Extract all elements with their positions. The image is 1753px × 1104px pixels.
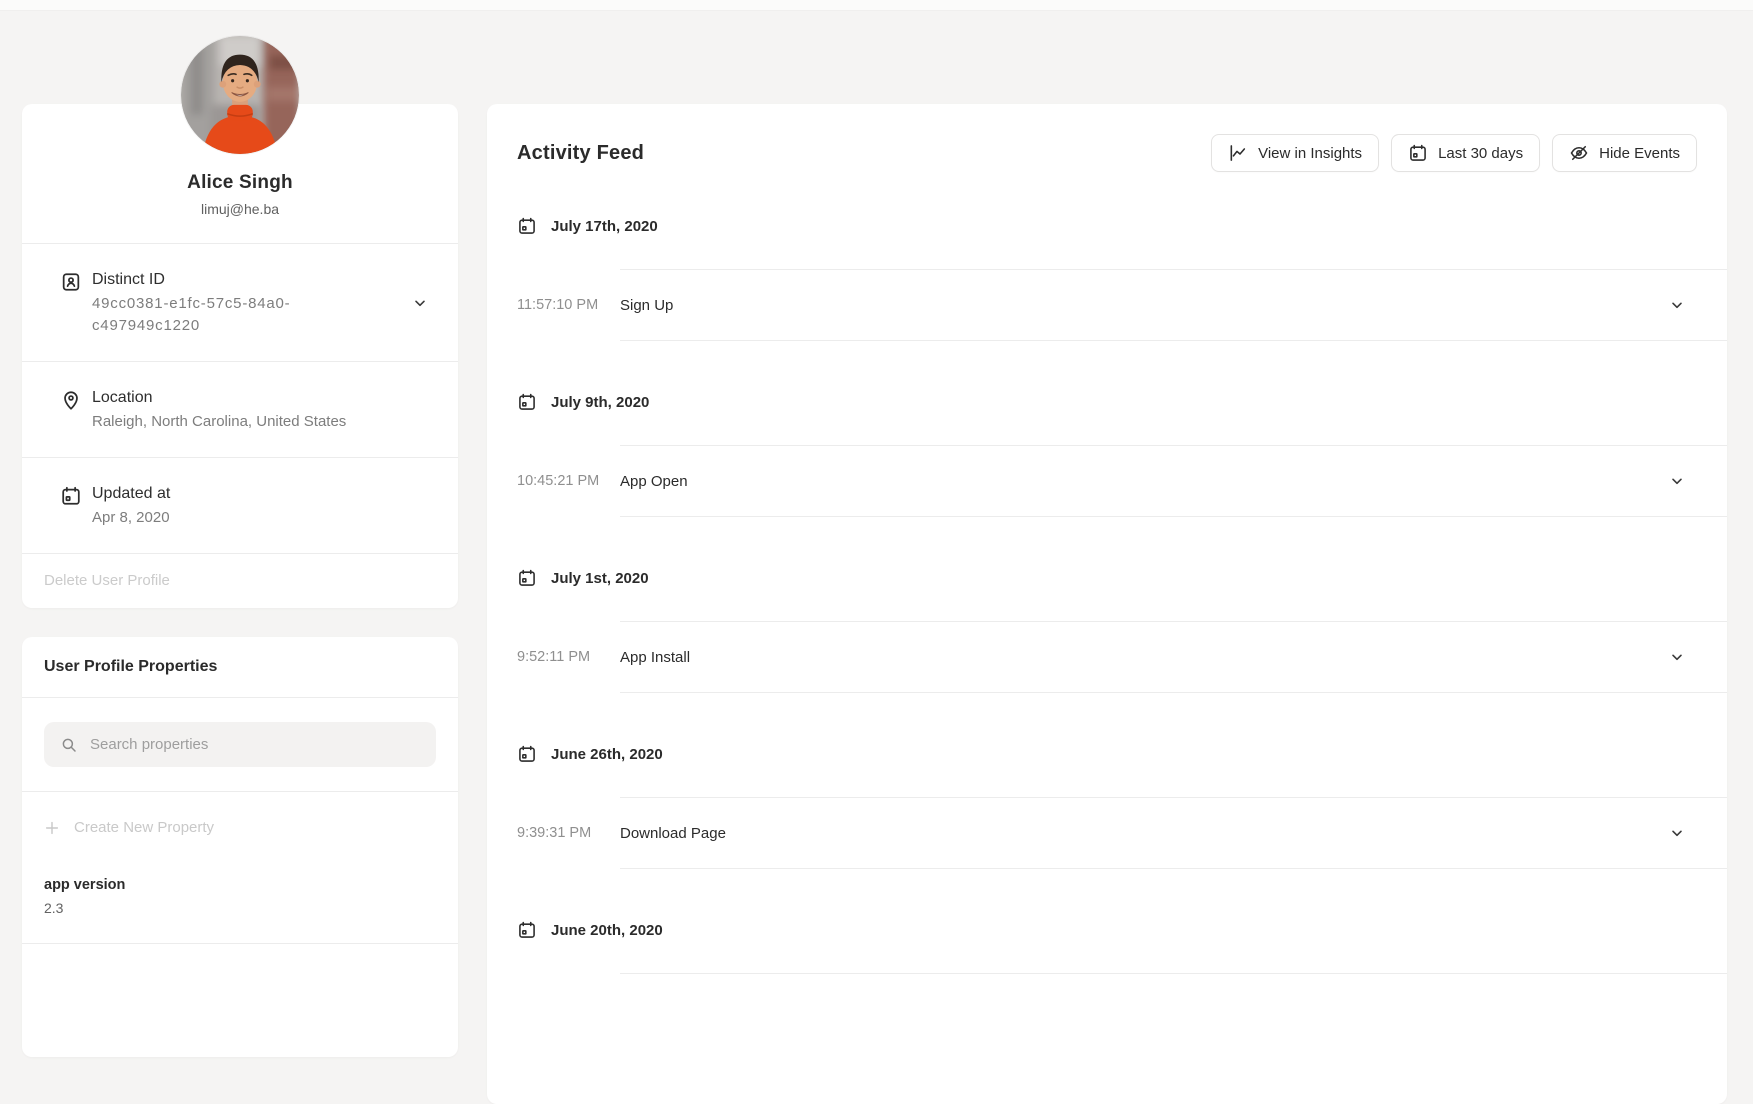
hide-events-button[interactable]: Hide Events bbox=[1552, 134, 1697, 172]
event-row: 9:39:31 PM Download Page bbox=[517, 797, 1727, 869]
delete-user-profile-button[interactable]: Delete User Profile bbox=[44, 572, 170, 589]
event-expander[interactable]: Sign Up bbox=[620, 269, 1727, 341]
properties-title: User Profile Properties bbox=[44, 658, 436, 676]
create-new-property-button[interactable]: Create New Property bbox=[22, 792, 458, 846]
search-box[interactable] bbox=[44, 722, 436, 767]
date-label: June 26th, 2020 bbox=[551, 746, 663, 763]
calendar-icon bbox=[517, 744, 537, 764]
attr-label: Location bbox=[92, 388, 346, 408]
attr-label: Updated at bbox=[92, 484, 170, 504]
event-time: 10:45:21 PM bbox=[517, 445, 620, 517]
chevron-down-icon[interactable] bbox=[1669, 825, 1685, 841]
date-label: July 1st, 2020 bbox=[551, 570, 649, 587]
button-label: View in Insights bbox=[1258, 145, 1362, 162]
id-badge-icon bbox=[60, 271, 82, 293]
profile-email: limuj@he.ba bbox=[42, 201, 438, 217]
event-row: 10:45:21 PM App Open bbox=[517, 445, 1727, 517]
attr-row-location: Location Raleigh, North Carolina, United… bbox=[22, 361, 458, 457]
date-header: July 17th, 2020 bbox=[517, 215, 1727, 237]
chevron-down-icon[interactable] bbox=[1669, 297, 1685, 313]
date-label: July 9th, 2020 bbox=[551, 394, 649, 411]
create-new-property-label: Create New Property bbox=[74, 819, 214, 836]
property-value: 2.3 bbox=[44, 900, 436, 916]
chevron-down-icon[interactable] bbox=[412, 295, 428, 311]
calendar-icon bbox=[60, 485, 82, 507]
line-chart-icon bbox=[1228, 143, 1248, 163]
feed-header: Activity Feed View in Insights Last 30 d… bbox=[487, 104, 1727, 172]
attr-value: Apr 8, 2020 bbox=[92, 507, 170, 529]
date-header: June 26th, 2020 bbox=[517, 743, 1727, 765]
avatar bbox=[181, 36, 299, 154]
event-time: 9:39:31 PM bbox=[517, 797, 620, 869]
event-name: Sign Up bbox=[620, 297, 673, 314]
attr-row-updated-at: Updated at Apr 8, 2020 bbox=[22, 457, 458, 553]
calendar-icon bbox=[517, 568, 537, 588]
event-name: App Open bbox=[620, 473, 688, 490]
properties-header: User Profile Properties bbox=[22, 637, 458, 698]
delete-row: Delete User Profile bbox=[22, 553, 458, 608]
search-icon bbox=[60, 736, 78, 754]
date-header: July 9th, 2020 bbox=[517, 391, 1727, 413]
properties-card: User Profile Properties Create New Prope… bbox=[22, 637, 458, 1057]
search-section bbox=[22, 698, 458, 792]
event-expander[interactable]: Download Page bbox=[620, 797, 1727, 869]
event-time: 9:52:11 PM bbox=[517, 621, 620, 693]
date-label: July 17th, 2020 bbox=[551, 218, 658, 235]
profile-name: Alice Singh bbox=[42, 172, 438, 194]
page-top-strip bbox=[0, 0, 1753, 11]
feed-group: July 17th, 2020 11:57:10 PM Sign Up bbox=[517, 215, 1727, 341]
view-in-insights-button[interactable]: View in Insights bbox=[1211, 134, 1379, 172]
feed-group: June 20th, 2020 bbox=[517, 919, 1727, 974]
calendar-icon bbox=[517, 216, 537, 236]
event-expander[interactable]: App Open bbox=[620, 445, 1727, 517]
calendar-icon bbox=[517, 392, 537, 412]
map-pin-icon bbox=[60, 389, 82, 411]
event-name: Download Page bbox=[620, 825, 726, 842]
button-label: Hide Events bbox=[1599, 145, 1680, 162]
event-row: 9:52:11 PM App Install bbox=[517, 621, 1727, 693]
plus-icon bbox=[44, 820, 60, 836]
attr-value: Raleigh, North Carolina, United States bbox=[92, 411, 346, 433]
attr-row-distinct-id: Distinct ID 49cc0381-e1fc-57c5-84a0-c497… bbox=[22, 243, 458, 361]
date-label: June 20th, 2020 bbox=[551, 922, 663, 939]
property-name: app version bbox=[44, 877, 436, 893]
feed-body: July 17th, 2020 11:57:10 PM Sign Up July… bbox=[487, 215, 1727, 974]
eye-off-icon bbox=[1569, 143, 1589, 163]
property-row-app-version[interactable]: app version 2.3 bbox=[22, 846, 458, 944]
event-time: 11:57:10 PM bbox=[517, 269, 620, 341]
event-divider bbox=[620, 973, 1727, 974]
activity-feed-card: Activity Feed View in Insights Last 30 d… bbox=[487, 104, 1727, 1104]
feed-group: July 9th, 2020 10:45:21 PM App Open bbox=[517, 391, 1727, 517]
event-row: 11:57:10 PM Sign Up bbox=[517, 269, 1727, 341]
date-header: June 20th, 2020 bbox=[517, 919, 1727, 941]
calendar-icon bbox=[1408, 143, 1428, 163]
button-label: Last 30 days bbox=[1438, 145, 1523, 162]
attr-label: Distinct ID bbox=[92, 270, 342, 290]
search-properties-input[interactable] bbox=[90, 736, 420, 753]
feed-group: July 1st, 2020 9:52:11 PM App Install bbox=[517, 567, 1727, 693]
chevron-down-icon[interactable] bbox=[1669, 473, 1685, 489]
avatar-photo-illustration bbox=[181, 36, 299, 154]
event-name: App Install bbox=[620, 649, 690, 666]
event-expander[interactable]: App Install bbox=[620, 621, 1727, 693]
feed-group: June 26th, 2020 9:39:31 PM Download Page bbox=[517, 743, 1727, 869]
date-header: July 1st, 2020 bbox=[517, 567, 1727, 589]
chevron-down-icon[interactable] bbox=[1669, 649, 1685, 665]
activity-feed-title: Activity Feed bbox=[517, 142, 644, 165]
profile-card: Alice Singh limuj@he.ba Distinct ID 49cc… bbox=[22, 104, 458, 608]
feed-toolbar: View in Insights Last 30 days Hide Event… bbox=[1211, 134, 1697, 172]
last-30-days-button[interactable]: Last 30 days bbox=[1391, 134, 1540, 172]
attr-value: 49cc0381-e1fc-57c5-84a0-c497949c1220 bbox=[92, 293, 342, 337]
calendar-icon bbox=[517, 920, 537, 940]
